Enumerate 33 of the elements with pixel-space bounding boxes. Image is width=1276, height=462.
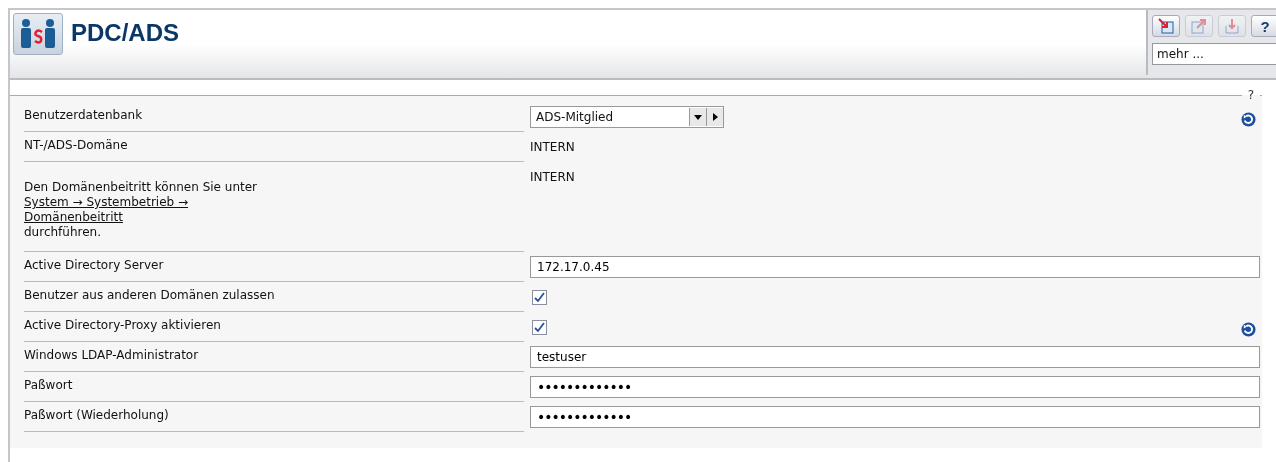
field-value: INTERN: [530, 139, 575, 154]
field-label: Paßwort (Wiederholung): [24, 402, 524, 432]
download-icon: [1224, 18, 1240, 34]
logo-icon: [13, 13, 63, 55]
field-label: Benutzer aus anderen Domänen zulassen: [24, 282, 524, 312]
field-value: INTERN: [530, 169, 575, 184]
import-icon: [1158, 18, 1174, 34]
field-label: NT-/ADS-Domäne: [24, 132, 524, 162]
help-link[interactable]: ?: [1241, 88, 1260, 102]
page-title: PDC/ADS: [71, 19, 179, 47]
more-dropdown[interactable]: mehr ...: [1152, 43, 1276, 65]
field-label: Active Directory Server: [24, 252, 524, 282]
field-label: Active Directory-Proxy aktivieren: [24, 312, 524, 342]
password-field[interactable]: •••••••••••••: [530, 406, 1260, 428]
field-label: Benutzerdatenbank: [24, 102, 524, 132]
import-button[interactable]: [1152, 15, 1180, 37]
database-select[interactable]: ADS-Mitglied: [530, 106, 724, 128]
field-label: Windows LDAP-Administrator: [24, 342, 524, 372]
password-field[interactable]: •••••••••••••: [530, 376, 1260, 398]
field-label: Paßwort: [24, 372, 524, 402]
help-button[interactable]: ?: [1251, 15, 1276, 37]
domain-join-note: Den Domänenbeitritt können Sie unter System → Systembetrieb → Domänenbeitritt durchführen.: [24, 162, 524, 252]
refresh-icon[interactable]: [1241, 112, 1256, 127]
input-field[interactable]: 172.17.0.45: [530, 256, 1260, 278]
dropdown-icon: [694, 114, 702, 120]
checkbox[interactable]: [532, 320, 547, 335]
checkbox[interactable]: [532, 290, 547, 305]
input-field[interactable]: testuser: [530, 346, 1260, 368]
domain-join-link[interactable]: Domänenbeitritt: [24, 210, 524, 225]
export-icon: [1191, 18, 1207, 34]
next-icon: [712, 113, 718, 121]
domain-join-link[interactable]: System → Systembetrieb →: [24, 195, 524, 210]
refresh-icon[interactable]: [1241, 322, 1256, 337]
